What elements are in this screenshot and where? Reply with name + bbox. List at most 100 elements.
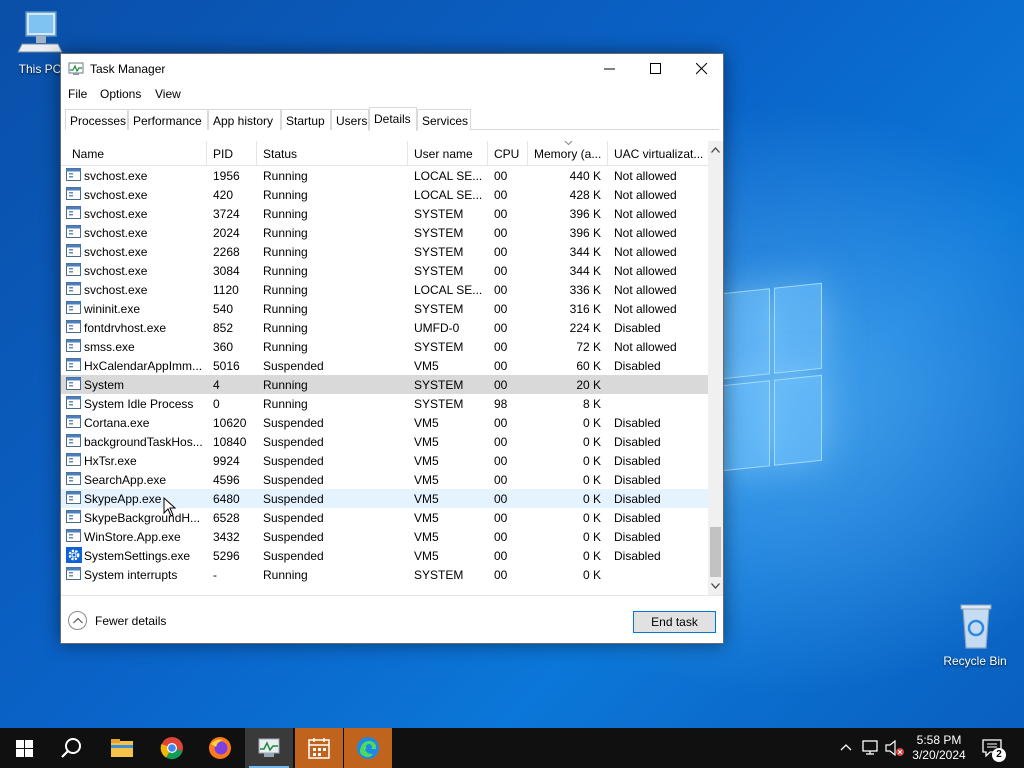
fewer-details-label: Fewer details (95, 614, 167, 628)
search-button[interactable] (48, 728, 96, 768)
taskbar-task-manager[interactable] (245, 728, 293, 768)
cell-cpu: 98 (494, 397, 508, 411)
cell-name: svchost.exe (84, 169, 148, 183)
tab-processes[interactable]: Processes (65, 109, 128, 130)
table-row[interactable]: HxCalendarAppImm... 5016 Suspended VM5 00 60 … (61, 356, 708, 375)
cell-cpu: 00 (494, 207, 508, 221)
cell-memory: 0 K (582, 454, 601, 468)
column-header-pid[interactable]: PID (207, 141, 257, 166)
minimize-icon (604, 68, 615, 70)
minimize-button[interactable] (587, 54, 633, 84)
table-row[interactable]: svchost.exe 1956 Running LOCAL SE... 00 440 K… (61, 166, 708, 185)
taskbar-calendar[interactable] (295, 728, 343, 768)
table-row[interactable]: SystemSettings.exe 5296 Suspended VM5 00 0 K D… (61, 546, 708, 565)
taskbar-chrome[interactable] (148, 728, 196, 768)
table-row[interactable]: System Idle Process 0 Running SYSTEM 98 8 K (61, 394, 708, 413)
tab-services[interactable]: Services (417, 109, 471, 130)
menu-view[interactable]: View (153, 87, 183, 101)
cell-cpu: 00 (494, 435, 508, 449)
table-row[interactable]: SkypeApp.exe 6480 Suspended VM5 00 0 K Disable… (61, 489, 708, 508)
column-header-name[interactable]: Name (66, 141, 207, 166)
cell-memory: 0 K (582, 435, 601, 449)
table-row[interactable]: HxTsr.exe 9924 Suspended VM5 00 0 K Disabled (61, 451, 708, 470)
tab-startup[interactable]: Startup (281, 109, 331, 130)
tab-details[interactable]: Details (369, 107, 417, 131)
cell-name: svchost.exe (84, 245, 148, 259)
cell-status: Suspended (263, 549, 324, 563)
vertical-scrollbar[interactable] (708, 141, 723, 595)
details-table: Name PID Status User name CPU Memory (a.… (61, 141, 723, 595)
chevron-up-icon (68, 611, 87, 630)
cell-memory: 0 K (582, 530, 601, 544)
scrollbar-thumb[interactable] (710, 527, 721, 577)
taskbar-firefox[interactable] (196, 728, 244, 768)
table-row[interactable]: fontdrvhost.exe 852 Running UMFD-0 00 224 K Di… (61, 318, 708, 337)
cell-cpu: 00 (494, 169, 508, 183)
taskbar-edge[interactable] (344, 728, 392, 768)
cell-memory: 0 K (582, 473, 601, 487)
column-header-user-name[interactable]: User name (408, 141, 488, 166)
column-header-status[interactable]: Status (257, 141, 408, 166)
column-header-uac-virtualization[interactable]: UAC virtualizat... (608, 141, 708, 166)
tab-performance[interactable]: Performance (128, 109, 208, 130)
cell-status: Running (263, 340, 308, 354)
process-window-icon (66, 529, 82, 543)
process-window-icon (66, 434, 82, 448)
menu-file[interactable]: File (66, 87, 89, 101)
cell-status: Suspended (263, 473, 324, 487)
cell-name: backgroundTaskHos... (84, 435, 203, 449)
table-row[interactable]: System 4 Running SYSTEM 00 20 K (61, 375, 708, 394)
cell-pid: 6480 (213, 492, 240, 506)
chevron-up-icon[interactable] (840, 743, 852, 751)
desktop-icon-recycle-bin[interactable]: Recycle Bin (935, 602, 1015, 668)
task-manager-icon (258, 738, 280, 757)
notification-center-button[interactable]: 2 (980, 736, 1008, 762)
maximize-button[interactable] (633, 54, 679, 84)
scroll-down-icon[interactable] (711, 583, 720, 589)
scroll-up-icon[interactable] (711, 147, 720, 153)
search-icon (61, 738, 81, 758)
cell-status: Suspended (263, 435, 324, 449)
table-row[interactable]: svchost.exe 2024 Running SYSTEM 00 396 K Not a… (61, 223, 708, 242)
cell-pid: 2024 (213, 226, 240, 240)
table-row[interactable]: smss.exe 360 Running SYSTEM 00 72 K Not allowe… (61, 337, 708, 356)
cell-status: Running (263, 378, 308, 392)
close-button[interactable] (679, 54, 725, 84)
table-row[interactable]: svchost.exe 1120 Running LOCAL SE... 00 336 K… (61, 280, 708, 299)
table-row[interactable]: SearchApp.exe 4596 Suspended VM5 00 0 K Disabl… (61, 470, 708, 489)
cell-memory: 60 K (576, 359, 601, 373)
cell-user: LOCAL SE... (414, 169, 483, 183)
tab-users[interactable]: Users (331, 109, 369, 130)
table-row[interactable]: svchost.exe 420 Running LOCAL SE... 00 428 K N… (61, 185, 708, 204)
table-row[interactable]: WinStore.App.exe 3432 Suspended VM5 00 0 K Dis… (61, 527, 708, 546)
table-row[interactable]: svchost.exe 3084 Running SYSTEM 00 344 K Not a… (61, 261, 708, 280)
end-task-button[interactable]: End task (633, 611, 716, 633)
cell-user: SYSTEM (414, 226, 464, 240)
cell-user: LOCAL SE... (414, 283, 483, 297)
network-icon[interactable] (862, 740, 880, 756)
table-row[interactable]: SkypeBackgroundH... 6528 Suspended VM5 00 0 K… (61, 508, 708, 527)
table-row[interactable]: wininit.exe 540 Running SYSTEM 00 316 K Not al… (61, 299, 708, 318)
title-bar[interactable]: Task Manager (61, 54, 723, 84)
cell-pid: 420 (213, 188, 234, 202)
cell-cpu: 00 (494, 454, 508, 468)
table-row[interactable]: Cortana.exe 10620 Suspended VM5 00 0 K Disable… (61, 413, 708, 432)
table-row[interactable]: System interrupts - Running SYSTEM 00 0 K (61, 565, 708, 584)
volume-muted-icon[interactable] (885, 740, 905, 756)
cell-uac: Not allowed (614, 245, 677, 259)
table-row[interactable]: svchost.exe 3724 Running SYSTEM 00 396 K Not a… (61, 204, 708, 223)
cell-uac: Disabled (614, 511, 661, 525)
tab-app-history[interactable]: App history (208, 109, 281, 130)
table-row[interactable]: svchost.exe 2268 Running SYSTEM 00 344 K Not a… (61, 242, 708, 261)
sort-descending-icon (564, 141, 573, 146)
taskbar-file-explorer[interactable] (98, 728, 146, 768)
column-header-cpu[interactable]: CPU (488, 141, 528, 166)
cell-name: System (84, 378, 125, 392)
cell-memory: 20 K (576, 378, 601, 392)
table-row[interactable]: backgroundTaskHos... 10840 Suspended VM5 00 0… (61, 432, 708, 451)
cell-pid: 9924 (213, 454, 240, 468)
taskbar-clock[interactable]: 5:58 PM 3/20/2024 (906, 733, 972, 763)
cell-pid: 10840 (213, 435, 247, 449)
start-button[interactable] (0, 728, 48, 768)
menu-options[interactable]: Options (98, 87, 143, 101)
